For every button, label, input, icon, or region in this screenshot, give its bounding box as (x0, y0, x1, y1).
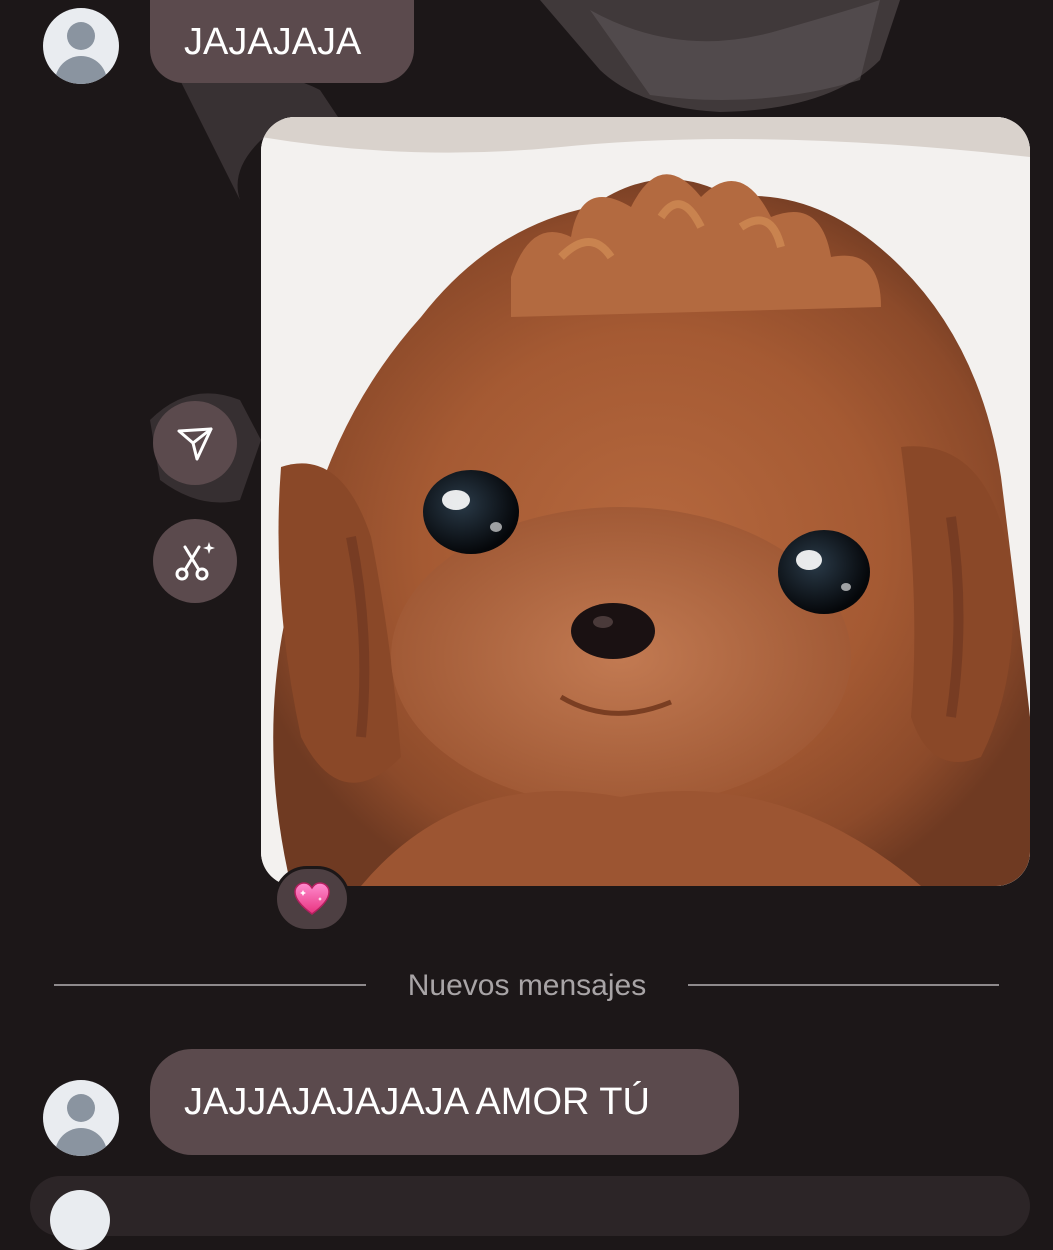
contact-avatar[interactable] (43, 1080, 119, 1156)
photo-message[interactable] (261, 117, 1030, 886)
divider-line-right (688, 984, 999, 986)
remix-button[interactable] (153, 519, 237, 603)
new-messages-label: Nuevos mensajes (407, 969, 647, 1002)
message-text: JAJJAJAJAJAJA AMOR TÚ (184, 1081, 650, 1123)
reaction-badge[interactable] (274, 866, 350, 932)
message-bubble[interactable]: JAJJAJAJAJAJA AMOR TÚ (150, 1049, 739, 1155)
share-button[interactable] (153, 401, 237, 485)
partial-avatar (50, 1190, 110, 1250)
send-icon (177, 427, 213, 461)
avatar-head-icon (67, 1094, 95, 1122)
avatar-body-icon (55, 56, 107, 84)
message-text: JAJAJAJA (184, 20, 362, 63)
next-message-partial (30, 1176, 1030, 1236)
divider-line-left (54, 984, 366, 986)
puppy-photo-illustration (261, 117, 1030, 886)
sparkling-heart-emoji (294, 882, 330, 915)
contact-avatar[interactable] (43, 8, 119, 84)
avatar-body-icon (55, 1128, 107, 1156)
message-bubble[interactable]: JAJAJAJA (150, 0, 414, 83)
avatar-head-icon (67, 22, 95, 50)
remix-sparkle-icon (175, 542, 215, 581)
